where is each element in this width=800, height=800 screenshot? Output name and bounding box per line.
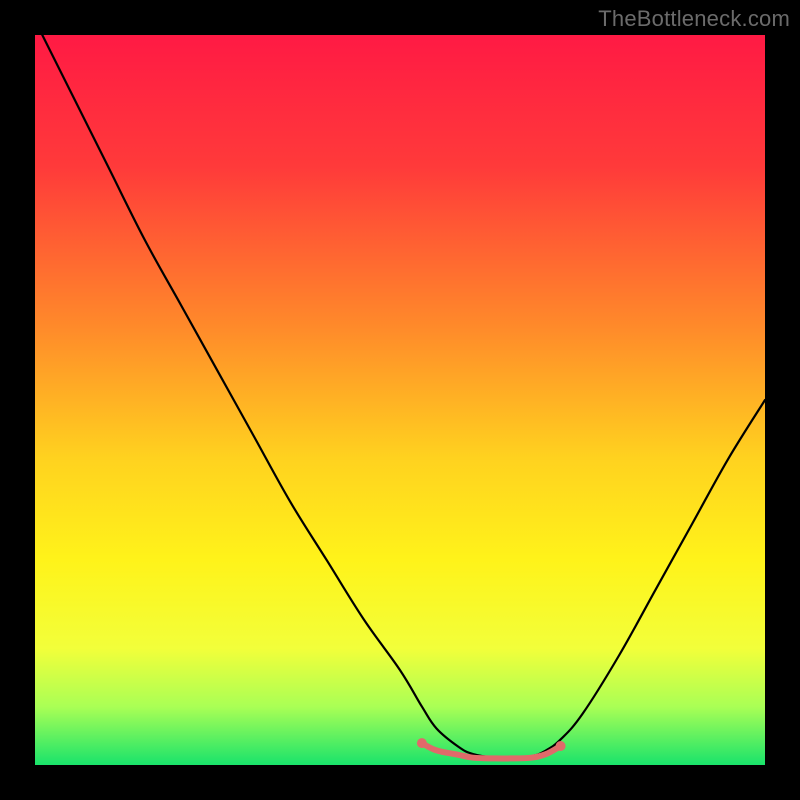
- highlight-dot: [417, 738, 427, 748]
- gradient-bg: [35, 35, 765, 765]
- highlight-dot: [556, 741, 566, 751]
- bottleneck-chart: [35, 35, 765, 765]
- watermark-text: TheBottleneck.com: [598, 6, 790, 32]
- chart-frame: [35, 35, 765, 765]
